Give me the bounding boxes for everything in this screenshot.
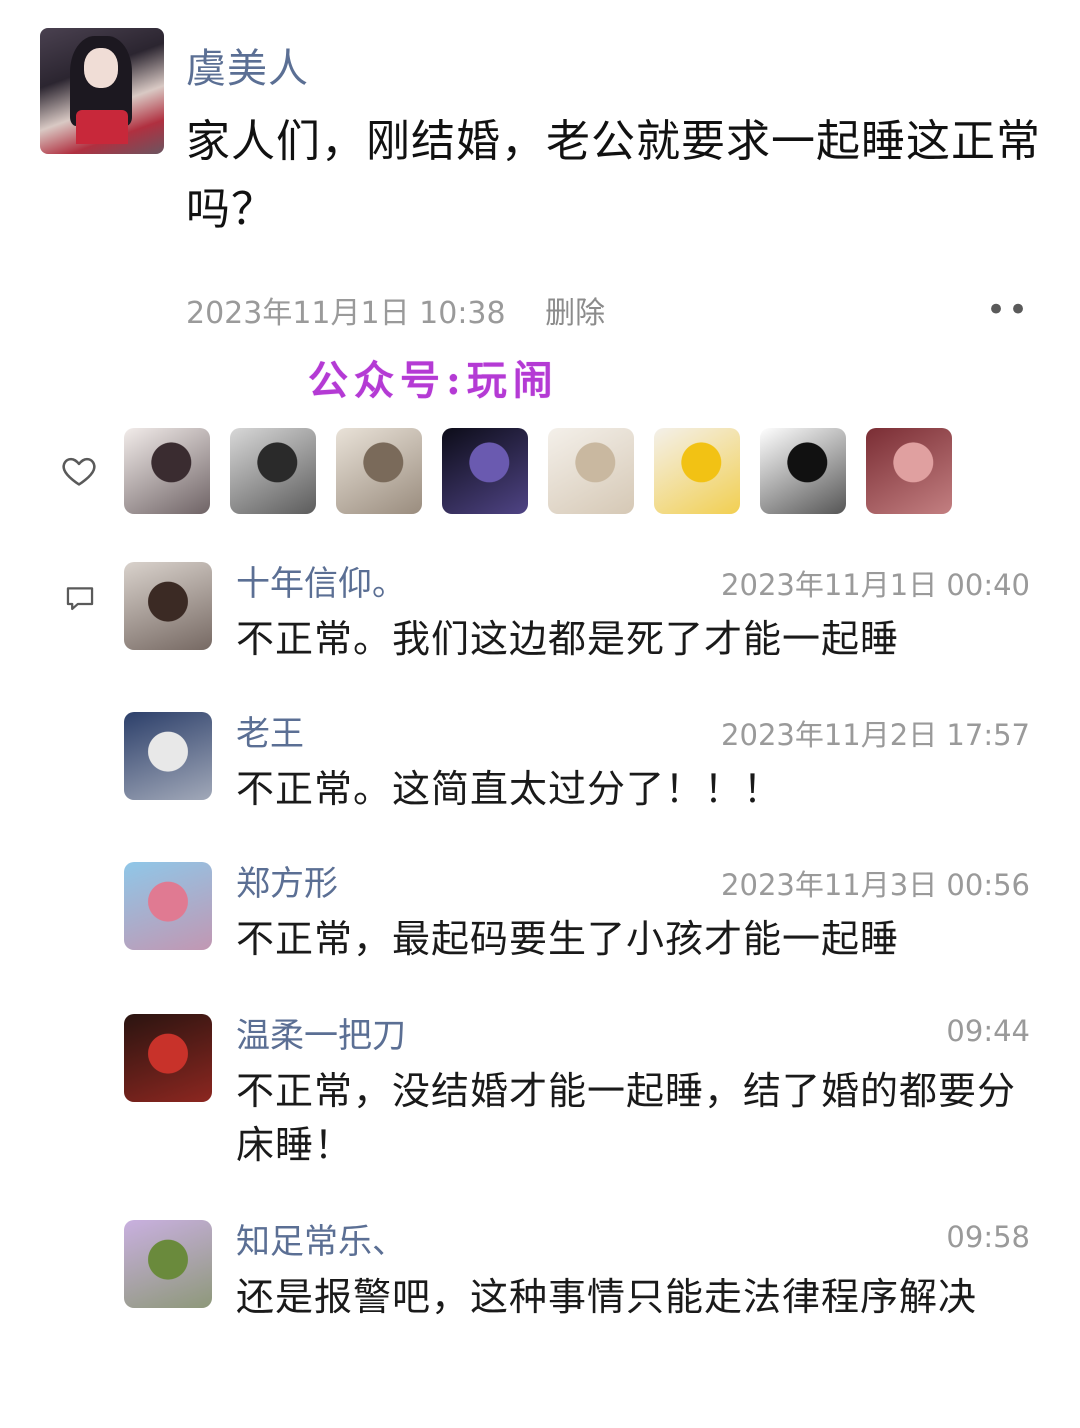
commenter-avatar[interactable] [124,862,212,950]
comment-time: 2023年11月2日 17:57 [721,718,1030,752]
comment-time: 09:58 [946,1220,1030,1254]
comment-bubble-icon[interactable] [62,582,98,616]
commenter-name[interactable]: 郑方形 [236,856,338,905]
commenter-avatar[interactable] [124,712,212,800]
post-text: 家人们，刚结婚，老公就要求一起睡这正常吗？ [186,116,1041,235]
comment-text: 不正常。这简直太过分了！！！ [236,767,783,811]
liker-avatar-4[interactable] [442,428,528,514]
comment-text: 不正常，最起码要生了小孩才能一起睡 [236,917,900,961]
comment-time: 09:44 [946,1014,1030,1048]
post-meta: 2023年11月1日 10:38 删除 [186,288,605,332]
commenter-name[interactable]: 十年信仰。 [236,556,406,605]
comment-text: 不正常。我们这边都是死了才能一起睡 [236,617,900,661]
commenter-avatar[interactable] [124,1220,212,1308]
liker-avatar-3[interactable] [336,428,422,514]
heart-outline-icon[interactable] [60,452,98,490]
liker-avatar-5[interactable] [548,428,634,514]
watermark-text: 公众号:玩闹 [308,357,559,404]
liker-avatar-7[interactable] [760,428,846,514]
comment-time: 2023年11月3日 00:56 [721,868,1030,902]
liker-avatar-6[interactable] [654,428,740,514]
avatar-face [84,48,118,88]
comment-text: 还是报警吧，这种事情只能走法律程序解决 [236,1275,978,1319]
avatar-dress [76,110,128,144]
commenter-name[interactable]: 老王 [236,706,304,755]
post-timestamp: 2023年11月1日 10:38 [186,296,506,331]
liker-avatar-row [124,428,952,514]
liker-avatar-1[interactable] [124,428,210,514]
delete-link[interactable]: 删除 [545,296,605,331]
commenter-name[interactable]: 知足常乐、 [236,1214,406,1263]
liker-avatar-2[interactable] [230,428,316,514]
liker-avatar-8[interactable] [866,428,952,514]
post-author-avatar[interactable] [40,28,164,154]
comment-time: 2023年11月1日 00:40 [721,568,1030,602]
comment-text: 不正常，没结婚才能一起睡，结了婚的都要分床睡！ [236,1069,1017,1167]
post-author-name[interactable]: 虞美人 [186,36,309,94]
more-options-icon[interactable]: •• [986,290,1030,330]
commenter-name[interactable]: 温柔一把刀 [236,1008,406,1057]
commenter-avatar[interactable] [124,1014,212,1102]
commenter-avatar[interactable] [124,562,212,650]
